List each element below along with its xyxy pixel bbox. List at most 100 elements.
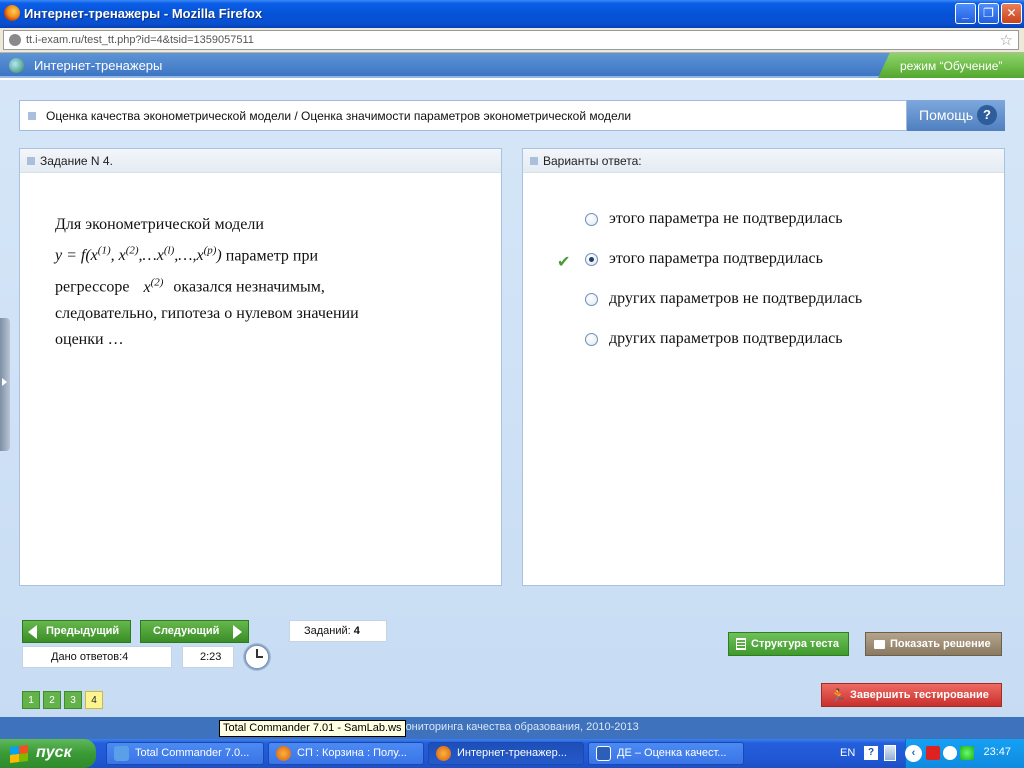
question-line-1: Для эконометрической модели: [55, 216, 264, 233]
help-question-icon: ?: [977, 105, 997, 125]
start-button[interactable]: пуск: [0, 739, 96, 768]
taskbar-tooltip: Total Commander 7.01 - SamLab.ws: [219, 720, 406, 737]
clock: 23:47: [983, 746, 1011, 758]
page-button-2[interactable]: 2: [43, 691, 61, 709]
taskbar-item-firefox-cart[interactable]: СП : Корзина : Полу...: [268, 742, 424, 765]
help-tray-icon[interactable]: ?: [864, 746, 878, 760]
list-icon: [736, 638, 746, 650]
page-button-4-current[interactable]: 4: [85, 691, 103, 709]
firefox-icon: [4, 5, 20, 21]
timer: 2:23: [182, 646, 234, 668]
app-logo-icon: [9, 58, 24, 73]
task-label: СП : Корзина : Полу...: [297, 747, 407, 759]
answers-given-label: Дано ответов:: [51, 651, 123, 663]
bookmark-star-icon[interactable]: ☆: [1000, 31, 1013, 49]
show-solution-label: Показать решение: [890, 638, 991, 650]
test-structure-button[interactable]: Структура теста: [728, 632, 849, 656]
finish-test-button[interactable]: 🏃 Завершить тестирование: [821, 683, 1002, 707]
book-icon: [874, 640, 885, 649]
arrow-left-icon: [28, 625, 37, 639]
show-solution-button[interactable]: Показать решение: [865, 632, 1002, 656]
correct-check-icon: ✔: [557, 254, 571, 271]
close-button[interactable]: ✕: [1001, 3, 1022, 24]
word-icon: [596, 746, 611, 761]
collapse-tray-icon[interactable]: ‹: [905, 745, 922, 762]
task-label: ДЕ – Оценка качест...: [617, 747, 727, 759]
prev-button[interactable]: Предыдущий: [22, 620, 131, 643]
answers-given-box: Дано ответов:4: [22, 646, 172, 668]
page-button-1[interactable]: 1: [22, 691, 40, 709]
answers-panel: Варианты ответа: ✔ этого параметра не по…: [522, 148, 1005, 586]
answer-text[interactable]: других параметров не подтвердилась: [609, 290, 862, 308]
question-line-5: оценки …: [55, 330, 124, 348]
url-text[interactable]: tt.i-exam.ru/test_tt.php?id=4&tsid=13590…: [26, 34, 254, 46]
answers-panel-header: Варианты ответа:: [523, 149, 1004, 173]
app-name: Интернет-тренажеры: [34, 58, 163, 73]
task-panel-header: Задание N 4.: [20, 149, 501, 173]
language-indicator[interactable]: EN: [840, 747, 855, 759]
taskbar: пуск Total Commander 7.0... СП : Корзина…: [0, 739, 1024, 768]
question-text: Для эконометрической модели y = f(x(1), …: [55, 212, 435, 353]
network-icon[interactable]: [960, 746, 974, 760]
firefox-icon: [436, 746, 451, 761]
question-formula-line: y = f(x(1), x(2),…x(l),…,x(p)) параметр …: [55, 238, 435, 269]
answers-given-count: 4: [122, 651, 129, 663]
footer-text: мониторинга качества образования, 2010-2…: [398, 721, 639, 733]
question-line-3: регрессоре x(2) оказался незначимым,: [55, 276, 325, 296]
tasks-count: 4: [353, 625, 360, 637]
task-number: Задание N 4.: [40, 154, 113, 168]
finish-test-label: Завершить тестирование: [850, 689, 989, 701]
answers-header: Варианты ответа:: [543, 154, 642, 168]
total-commander-icon: [114, 746, 129, 761]
answer-text[interactable]: этого параметра не подтвердилась: [609, 210, 843, 228]
network-tray-icon[interactable]: [884, 745, 896, 761]
next-button[interactable]: Следующий: [140, 620, 249, 643]
help-button[interactable]: Помощь ?: [907, 100, 1005, 131]
chevron-right-icon: [2, 378, 7, 386]
firefox-icon: [276, 746, 291, 761]
topic-text: Оценка качества эконометрической модели …: [46, 109, 632, 123]
question-line-2-tail: параметр при: [221, 247, 319, 265]
radio-button[interactable]: [585, 213, 598, 226]
test-structure-label: Структура теста: [751, 638, 840, 650]
taskbar-item-firefox-trainer[interactable]: Интернет-тренажер...: [428, 742, 584, 765]
panel-bullet-icon: [27, 157, 35, 165]
maximize-button[interactable]: ❐: [978, 3, 999, 24]
regressor-symbol: x(2): [143, 276, 164, 296]
answer-text[interactable]: других параметров подтвердилась: [609, 330, 843, 348]
app-header: Интернет-тренажеры режим “Обучение”: [0, 53, 1024, 78]
tasks-label: Заданий:: [304, 625, 351, 637]
start-label: пуск: [36, 744, 72, 761]
side-panel-handle[interactable]: [0, 318, 10, 451]
url-field[interactable]: tt.i-exam.ru/test_tt.php?id=4&tsid=13590…: [3, 30, 1019, 50]
minimize-button[interactable]: _: [955, 3, 976, 24]
next-label: Следующий: [153, 625, 220, 637]
system-tray: ‹ 23:47: [905, 739, 1024, 768]
window-titlebar[interactable]: Интернет-тренажеры - Mozilla Firefox _ ❐…: [0, 0, 1024, 28]
page-button-3[interactable]: 3: [64, 691, 82, 709]
topic-bar: Оценка качества эконометрической модели …: [19, 100, 907, 131]
question-line-4: следовательно, гипотеза о нулевом значен…: [55, 304, 359, 322]
window-title: Интернет-тренажеры - Mozilla Firefox: [24, 6, 263, 21]
mode-badge: режим “Обучение”: [878, 53, 1024, 78]
footer: мониторинга качества образования, 2010-2…: [0, 717, 1024, 739]
running-man-icon: 🏃: [830, 688, 847, 703]
arrow-right-icon: [233, 625, 242, 639]
answer-text[interactable]: этого параметра подтвердилась: [609, 250, 823, 268]
radio-button[interactable]: [585, 333, 598, 346]
tasks-count-box: Заданий: 4: [289, 620, 387, 642]
radio-button[interactable]: [585, 293, 598, 306]
address-bar: tt.i-exam.ru/test_tt.php?id=4&tsid=13590…: [0, 28, 1024, 53]
site-identity-icon[interactable]: [9, 34, 21, 46]
taskbar-item-word[interactable]: ДЕ – Оценка качест...: [588, 742, 744, 765]
formula: y = f(x(1), x(2),…x(l),…,x(p)): [55, 245, 222, 265]
panel-bullet-icon: [530, 157, 538, 165]
clock-icon: [243, 643, 271, 671]
task-label: Total Commander 7.0...: [135, 747, 250, 759]
taskbar-item-total-commander[interactable]: Total Commander 7.0...: [106, 742, 264, 765]
prev-label: Предыдущий: [46, 625, 120, 637]
security-icon[interactable]: [943, 746, 957, 760]
antivirus-icon[interactable]: [926, 746, 940, 760]
windows-logo-icon: [10, 745, 28, 763]
radio-button-selected[interactable]: [585, 253, 598, 266]
